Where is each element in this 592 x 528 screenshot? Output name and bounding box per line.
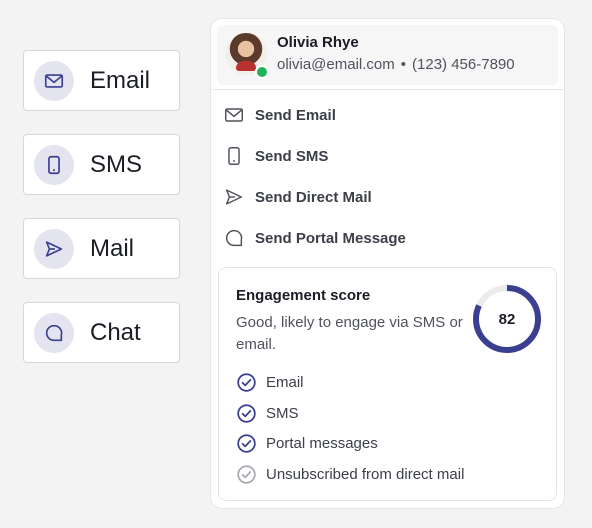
channel-label: Email [90,66,151,94]
channel-label: Chat [90,318,141,346]
channel-button-mail[interactable]: Mail [23,218,180,279]
engagement-item-label: SMS [266,404,299,422]
engagement-item-label: Email [266,373,304,391]
action-label: Send Portal Message [255,229,406,247]
engagement-item-email: Email [236,371,304,393]
engagement-item-portal-messages: Portal messages [236,432,378,454]
engagement-score-card: Engagement score Good, likely to engage … [218,267,557,501]
engagement-item-label: Unsubscribed from direct mail [266,465,465,483]
send-direct-mail-action[interactable]: Send Direct Mail [223,185,372,209]
action-label: Send Email [255,106,336,124]
engagement-item-sms: SMS [236,402,299,424]
contact-name: Olivia Rhye [277,34,359,51]
send-email-action[interactable]: Send Email [223,103,336,127]
separator-bullet: • [400,56,407,73]
contact-panel: Olivia Rhye olivia@email.com • (123) 456-7… [210,18,565,509]
contact-phone[interactable]: (123) 456-7890 [412,56,515,73]
phone-icon [34,144,74,185]
contact-email[interactable]: olivia@email.com [277,56,395,73]
chat-icon [226,229,243,247]
engagement-description: Good, likely to engage via SMS or email. [236,314,463,353]
score-value: 82 [498,310,516,328]
chat-icon [34,312,74,353]
engagement-title: Engagement score [236,287,371,304]
channel-button-sms[interactable]: SMS [23,134,180,195]
channel-label: Mail [90,234,135,262]
send-icon [225,189,243,205]
online-status-indicator [255,65,269,79]
engagement-item-unsubscribed-direct-mail: Unsubscribed from direct mail [236,463,464,485]
divider [211,89,564,90]
contact-header: Olivia Rhye olivia@email.com • (123) 456-7… [217,25,558,85]
channel-label: SMS [90,150,143,178]
check-circle-icon [237,372,256,392]
channel-button-email[interactable]: Email [23,50,180,111]
check-circle-icon [237,433,256,453]
action-label: Send SMS [255,147,329,165]
check-circle-icon [237,403,256,423]
send-sms-action[interactable]: Send SMS [223,144,328,168]
action-label: Send Direct Mail [255,188,372,206]
engagement-item-label: Portal messages [266,434,378,452]
channel-button-chat[interactable]: Chat [23,302,180,363]
phone-icon [228,147,240,165]
send-icon [34,228,74,269]
check-circle-muted-icon [237,464,256,484]
envelope-icon [34,60,74,101]
envelope-icon [225,108,243,122]
send-portal-message-action[interactable]: Send Portal Message [223,226,406,250]
contact-details: olivia@email.com • (123) 456-7890 [277,56,515,73]
